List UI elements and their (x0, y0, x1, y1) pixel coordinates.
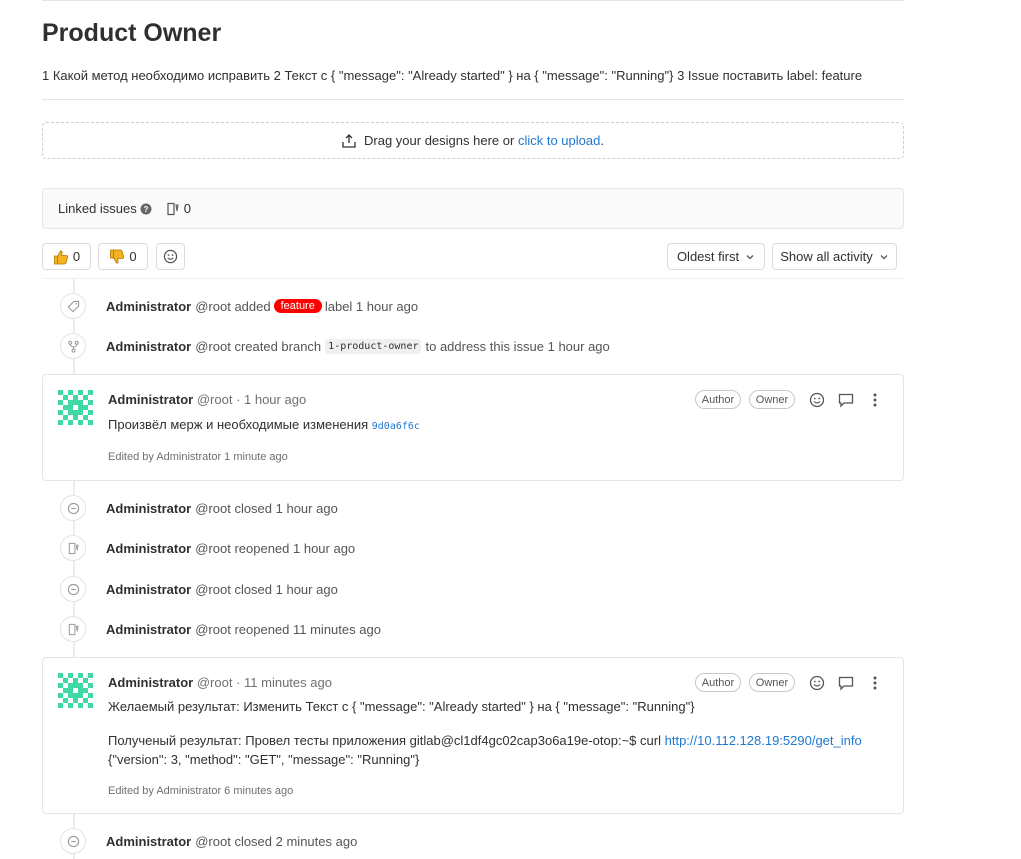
event-author[interactable]: Administrator (106, 834, 191, 849)
timeline-event-closed: Administrator @root closed 2 minutes ago (60, 827, 357, 855)
note-body: Произвёл мерж и необходимые изменения 9d… (108, 416, 420, 436)
upload-icon (342, 133, 356, 148)
note-line: {"version": 3, "method": "GET", "message… (108, 752, 420, 767)
feature-label-badge[interactable]: feature (273, 299, 322, 313)
note-text: Полученый результат: Провел тесты прилож… (108, 733, 661, 748)
add-reaction-icon[interactable] (809, 392, 825, 408)
url-link[interactable]: http://10.112.128.19:5290/get_info (665, 733, 862, 748)
owner-badge: Owner (749, 673, 795, 692)
note-meta[interactable]: @root · 1 hour ago (197, 392, 306, 407)
dropzone-text: Drag your designs here or (364, 133, 515, 148)
event-author[interactable]: Administrator (106, 541, 191, 556)
event-text: @root added (195, 298, 271, 314)
thumbs-down-icon (110, 249, 125, 263)
timeline-event-reopened: Administrator @root reopened 1 hour ago (60, 534, 355, 562)
add-reaction-button[interactable] (156, 243, 185, 270)
activity-filter-dropdown[interactable]: Show all activity (772, 243, 897, 270)
comment-note: Administrator @root · 1 hour ago Author … (42, 374, 904, 481)
chevron-down-icon (880, 254, 888, 259)
avatar[interactable] (58, 673, 93, 708)
event-text: @root created branch (195, 338, 322, 354)
reply-icon[interactable] (838, 392, 854, 408)
tag-icon (60, 293, 86, 319)
reply-icon[interactable] (838, 675, 854, 691)
avatar[interactable] (58, 390, 93, 425)
thumbs-up-button[interactable]: 0 (42, 243, 91, 270)
owner-badge: Owner (749, 390, 795, 409)
event-author[interactable]: Administrator (106, 622, 191, 637)
linked-issues-label: Linked issues (58, 201, 137, 216)
sort-order-dropdown[interactable]: Oldest first (667, 243, 765, 270)
event-author[interactable]: Administrator (106, 339, 191, 354)
comment-note: Administrator @root · 11 minutes ago Aut… (42, 657, 904, 814)
event-text: @root reopened 11 minutes ago (195, 621, 381, 637)
edited-info: Edited by Administrator 1 minute ago (108, 451, 288, 463)
closed-icon (60, 576, 86, 602)
activity-filter-label: Show all activity (780, 249, 873, 264)
note-header: Administrator @root · 1 hour ago (108, 392, 306, 407)
thumbs-down-count: 0 (129, 249, 137, 264)
edited-info: Edited by Administrator 6 minutes ago (108, 785, 294, 797)
event-text: to address this issue 1 hour ago (425, 338, 610, 354)
timeline-event-closed: Administrator @root closed 1 hour ago (60, 494, 338, 522)
event-author[interactable]: Administrator (106, 501, 191, 516)
issues-icon (167, 202, 179, 215)
event-author[interactable]: Administrator (106, 299, 191, 314)
issue-description: 1 Какой метод необходимо исправить 2 Тек… (42, 68, 863, 83)
note-author[interactable]: Administrator (108, 392, 193, 407)
event-text: @root closed 1 hour ago (195, 581, 338, 597)
linked-issues-panel: Linked issues ? 0 (42, 188, 904, 229)
top-divider (42, 0, 904, 1)
add-reaction-icon[interactable] (809, 675, 825, 691)
reopened-icon (60, 616, 86, 642)
thumbs-up-count: 0 (72, 249, 81, 264)
branch-name[interactable]: 1-product-owner (325, 338, 422, 354)
thumbs-down-button[interactable]: 0 (98, 243, 148, 270)
linked-issues-count: 0 (183, 201, 192, 216)
author-badge: Author (695, 390, 741, 409)
event-text: @root closed 2 minutes ago (195, 833, 358, 849)
note-text: Произвёл мерж и необходимые изменения (108, 417, 369, 432)
actions-divider (42, 278, 904, 279)
timeline-event-closed: Administrator @root closed 1 hour ago (60, 575, 338, 603)
smiley-icon (163, 249, 178, 264)
question-icon[interactable]: ? (140, 203, 152, 215)
sort-order-label: Oldest first (676, 249, 740, 264)
event-text: @root reopened 1 hour ago (195, 540, 356, 556)
issue-title: Product Owner (42, 19, 222, 47)
note-meta[interactable]: @root · 11 minutes ago (197, 675, 332, 690)
thumbs-up-icon (53, 250, 68, 264)
note-line: Полученый результат: Провел тесты прилож… (108, 732, 862, 750)
fork-icon (60, 333, 86, 359)
author-badge: Author (695, 673, 741, 692)
more-actions-icon[interactable] (867, 392, 883, 408)
chevron-down-icon (746, 254, 754, 259)
note-header: Administrator @root · 11 minutes ago (108, 675, 332, 690)
event-text: @root closed 1 hour ago (195, 500, 338, 516)
reopened-icon (60, 535, 86, 561)
commit-link[interactable]: 9d0a6f6c (372, 421, 420, 432)
closed-icon (60, 828, 86, 854)
description-divider (42, 99, 904, 100)
timeline-event-branch: Administrator @root created branch 1-pro… (60, 332, 610, 360)
closed-icon (60, 495, 86, 521)
svg-text:?: ? (143, 205, 148, 214)
more-actions-icon[interactable] (867, 675, 883, 691)
timeline-event-label: Administrator @root added feature label … (60, 292, 418, 320)
note-author[interactable]: Administrator (108, 675, 193, 690)
dropzone-suffix: . (600, 133, 604, 148)
note-line: Желаемый результат: Изменить Текст с { "… (108, 699, 695, 714)
event-author[interactable]: Administrator (106, 582, 191, 597)
event-text: label 1 hour ago (324, 298, 419, 314)
click-to-upload-link[interactable]: click to upload (518, 133, 600, 148)
timeline-event-reopened: Administrator @root reopened 11 minutes … (60, 615, 381, 643)
design-dropzone[interactable]: Drag your designs here or click to uploa… (42, 122, 904, 159)
